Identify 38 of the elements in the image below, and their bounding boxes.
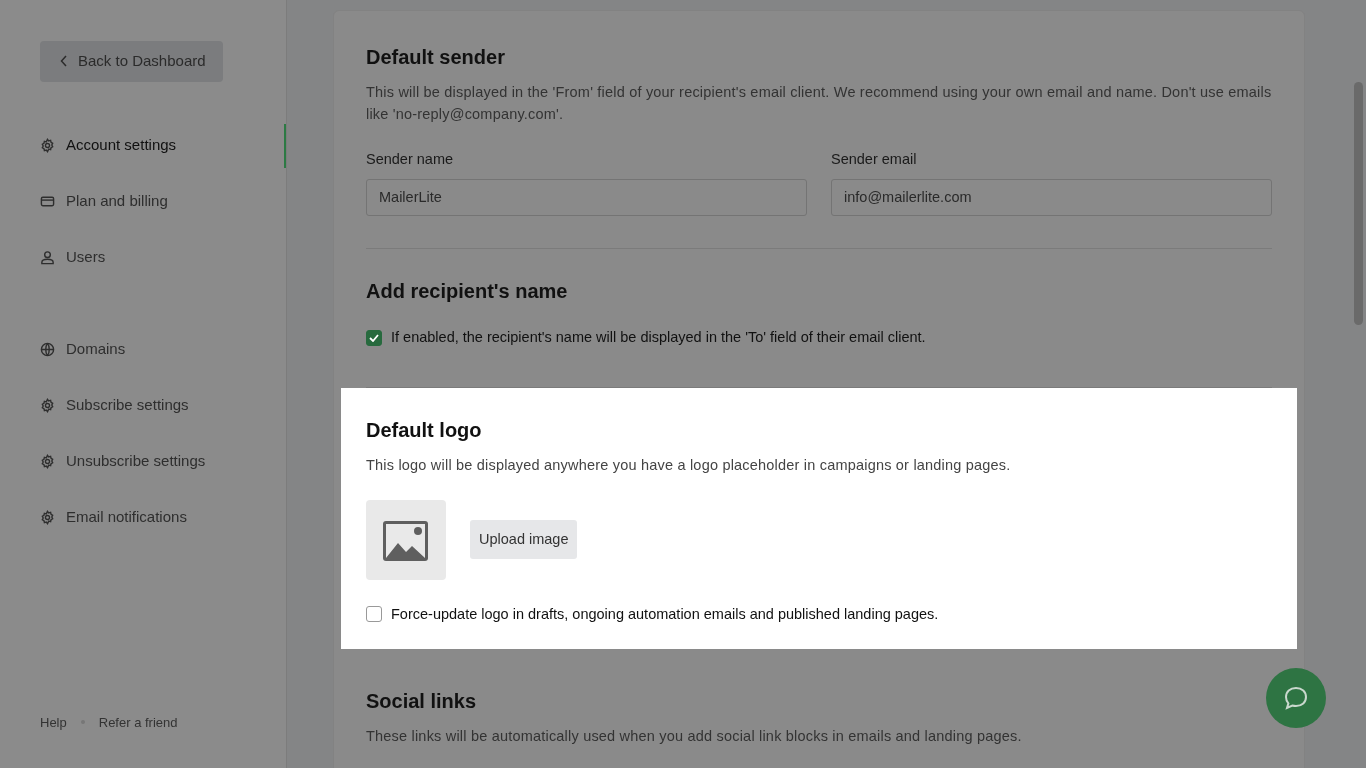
field-label: Sender email bbox=[831, 150, 918, 169]
sidebar-item[interactable]: Unsubscribe settings bbox=[40, 433, 286, 490]
section-title: Social links bbox=[366, 689, 478, 714]
input-field[interactable]: info@mailerlite.com bbox=[831, 178, 1272, 216]
checkbox-label: If enabled, the recipient's name will be displayed in the 'To' field of their email client. bbox=[391, 327, 926, 347]
field-label: Sender name bbox=[366, 150, 455, 169]
user-icon bbox=[40, 250, 55, 265]
sidebar-item[interactable]: Users bbox=[40, 229, 286, 286]
section-description: This logo will be displayed anywhere you have a logo placeholder in campaigns or landing pages. bbox=[366, 455, 1012, 475]
globe-icon bbox=[40, 342, 55, 357]
section-description: This will be displayed in the 'From' field of your recipient's email client. We recommend using your own email and name. Don't use emails like 'no-reply@company.com'. bbox=[366, 83, 1272, 124]
input-field[interactable]: MailerLite bbox=[366, 178, 807, 216]
gear-icon bbox=[40, 510, 55, 525]
scrollbar-thumb[interactable] bbox=[1354, 82, 1363, 325]
sidebar-item[interactable]: Domains bbox=[40, 321, 286, 378]
chat-bubble-icon bbox=[1283, 685, 1309, 711]
checkmark-icon bbox=[369, 333, 379, 342]
sidebar-item[interactable]: Email notifications bbox=[40, 489, 286, 546]
footer-link[interactable]: Refer a friend bbox=[98, 712, 178, 732]
gear-icon bbox=[40, 138, 55, 153]
section-description: These links will be automatically used when you add social link blocks in emails and landing pages. bbox=[366, 727, 1023, 747]
checkbox[interactable] bbox=[366, 329, 382, 346]
credit-card-icon bbox=[40, 194, 55, 209]
gear-icon bbox=[40, 454, 55, 469]
sidebar-item[interactable]: Subscribe settings bbox=[40, 377, 286, 434]
upload-button[interactable]: Upload image bbox=[470, 519, 578, 560]
chevron-left-icon bbox=[60, 55, 68, 68]
sidebar-item[interactable]: Account settings bbox=[40, 117, 286, 174]
sidebar-item[interactable]: Plan and billing bbox=[40, 173, 286, 230]
back-button[interactable]: Back to Dashboard bbox=[40, 41, 223, 82]
section-title: Default sender bbox=[366, 45, 506, 69]
checkbox-label: Force-update logo in drafts, ongoing automation emails and published landing pages. bbox=[391, 604, 939, 624]
checkbox[interactable] bbox=[366, 606, 382, 623]
section-title: Default logo bbox=[366, 417, 483, 442]
section-title: Add recipient's name bbox=[366, 278, 569, 303]
footer-link[interactable]: Help bbox=[40, 712, 67, 732]
image-placeholder-icon bbox=[366, 499, 446, 580]
gear-icon bbox=[40, 398, 55, 413]
